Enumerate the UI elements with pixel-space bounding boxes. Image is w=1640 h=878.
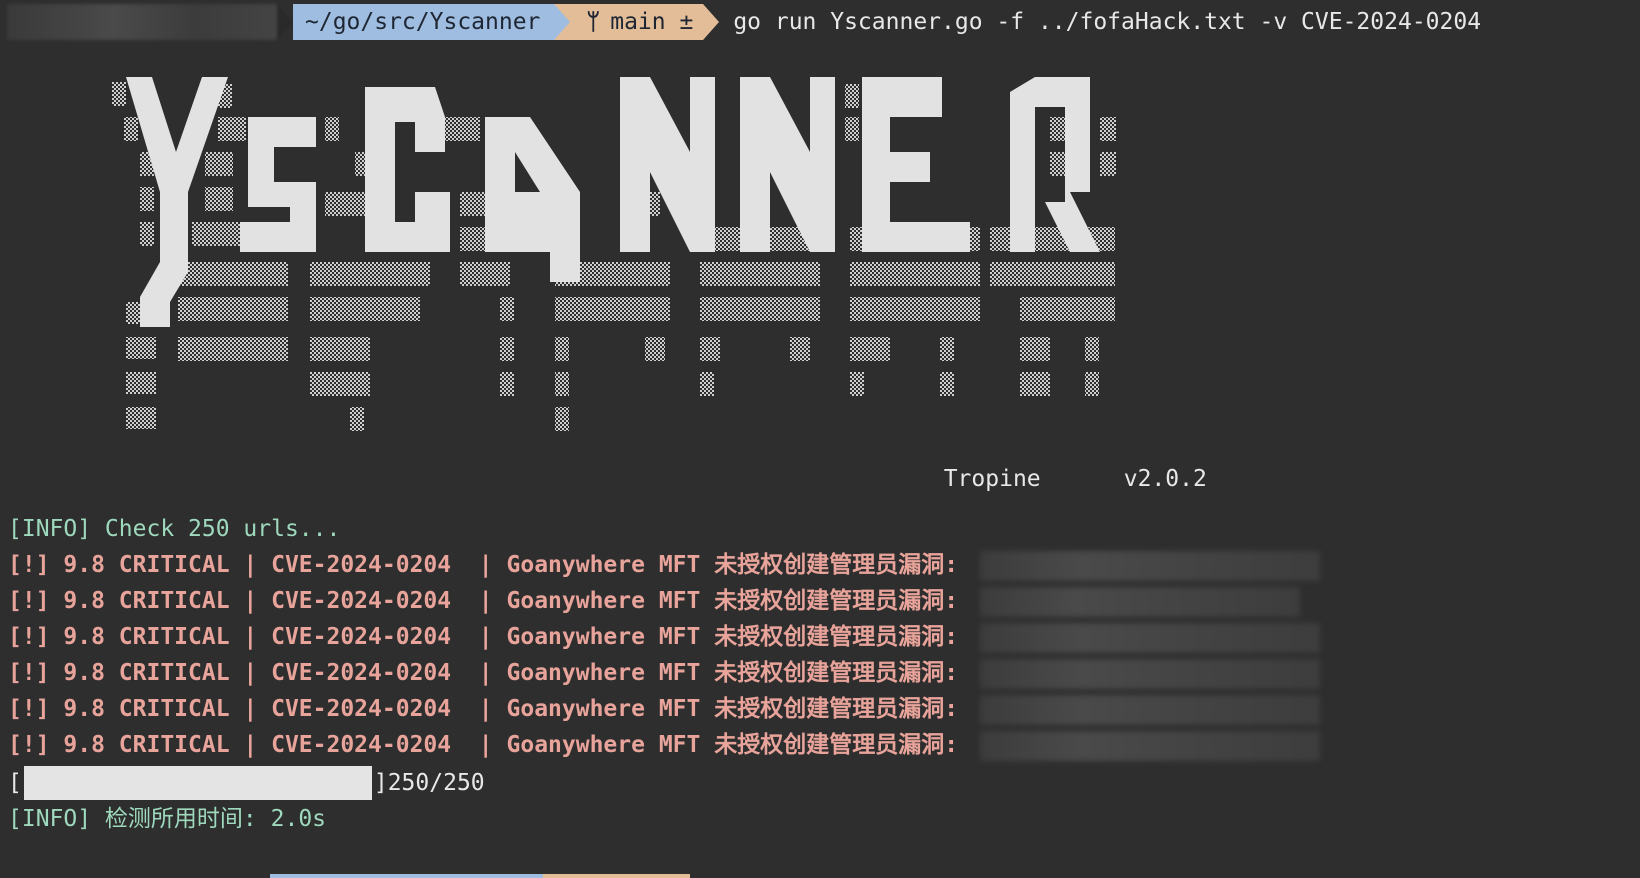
prompt-command[interactable]: go run Yscanner.go -f ../fofaHack.txt -v… bbox=[733, 9, 1481, 35]
blurred-url bbox=[980, 587, 1300, 617]
blurred-url bbox=[980, 623, 1320, 653]
prompt-arrow-icon bbox=[703, 4, 720, 40]
next-prompt-strip bbox=[270, 874, 690, 878]
prompt-directory: ~/go/src/Yscanner bbox=[305, 9, 541, 35]
prompt-git-segment: ᛘ main ± bbox=[570, 4, 704, 40]
banner-author: Tropine bbox=[943, 466, 1041, 492]
blurred-url bbox=[980, 551, 1320, 581]
vuln-result-line: [!] 9.8 CRITICAL | CVE-2024-0204 | Goany… bbox=[8, 588, 959, 614]
prompt-arrow-icon bbox=[554, 4, 571, 40]
prompt-branch: main ± bbox=[610, 9, 694, 35]
prompt-directory-segment: ~/go/src/Yscanner bbox=[293, 4, 555, 40]
progress-open-bracket: [ bbox=[8, 770, 22, 796]
yscanner-ascii-logo bbox=[112, 77, 1116, 431]
blurred-url bbox=[980, 731, 1320, 761]
vuln-result-line: [!] 9.8 CRITICAL | CVE-2024-0204 | Goany… bbox=[8, 696, 959, 722]
blurred-url bbox=[980, 659, 1320, 689]
prompt-user-segment-blurred bbox=[7, 4, 277, 40]
banner-credits: Tropine v2.0.2 bbox=[916, 440, 1207, 492]
git-branch-icon: ᛘ bbox=[586, 9, 601, 35]
vuln-result-line: [!] 9.8 CRITICAL | CVE-2024-0204 | Goany… bbox=[8, 732, 959, 758]
banner-version: v2.0.2 bbox=[1123, 466, 1207, 492]
progress-track bbox=[23, 766, 372, 800]
progress-bar: [ ]250/250 bbox=[8, 765, 485, 801]
vuln-result-line: [!] 9.8 CRITICAL | CVE-2024-0204 | Goany… bbox=[8, 552, 959, 578]
progress-fill bbox=[23, 766, 372, 800]
info-time-line: [INFO] 检测所用时间: 2.0s bbox=[8, 806, 327, 832]
progress-count: ]250/250 bbox=[373, 770, 485, 796]
vuln-result-line: [!] 9.8 CRITICAL | CVE-2024-0204 | Goany… bbox=[8, 624, 959, 650]
vuln-result-line: [!] 9.8 CRITICAL | CVE-2024-0204 | Goany… bbox=[8, 660, 959, 686]
shell-prompt: ~/go/src/Yscanner ᛘ main ± go run Yscann… bbox=[0, 0, 1640, 44]
info-check-line: [INFO] Check 250 urls... bbox=[8, 516, 341, 542]
prompt-arrow-icon bbox=[277, 4, 293, 40]
blurred-url bbox=[980, 695, 1320, 725]
